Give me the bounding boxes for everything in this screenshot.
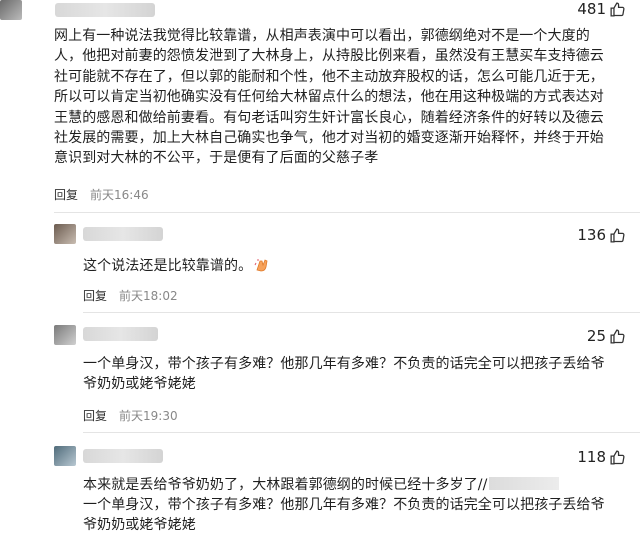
reply-button[interactable]: 回复 — [83, 287, 107, 304]
thumbs-up-icon — [610, 328, 625, 344]
blurred-mention[interactable] — [489, 477, 560, 490]
like-count: 481 — [577, 0, 606, 18]
like-count: 25 — [586, 327, 606, 345]
comment-text-row: 本来就是丢给爷爷奶奶了，大林跟着郭德纲的时候已经十多岁了// — [83, 475, 613, 495]
like-button[interactable]: 481 — [577, 0, 626, 18]
comment-text-row: 这个说法还是比较靠谱的。 — [83, 256, 603, 276]
reply-button[interactable]: 回复 — [54, 186, 78, 203]
like-count: 136 — [577, 226, 606, 244]
like-button[interactable]: 136 — [577, 226, 626, 244]
like-button[interactable]: 118 — [577, 448, 626, 466]
divider — [83, 432, 640, 433]
like-button[interactable]: 25 — [587, 327, 626, 345]
divider — [54, 212, 640, 213]
timestamp: 前天18:02 — [119, 289, 178, 303]
timestamp: 前天16:46 — [90, 188, 149, 202]
avatar[interactable] — [54, 224, 76, 244]
avatar[interactable] — [54, 325, 76, 345]
username[interactable] — [55, 3, 155, 17]
thumbs-up-icon — [610, 1, 625, 17]
comment-meta: 回复 前天18:02 — [83, 287, 178, 304]
comment-meta: 回复 前天19:30 — [83, 407, 178, 424]
username[interactable] — [83, 227, 163, 241]
avatar[interactable] — [0, 0, 22, 20]
comment-meta: 回复 前天16:46 — [54, 186, 149, 203]
comment-text: 网上有一种说法我觉得比较靠谱，从相声表演中可以看出，郭德纲绝对不是一个大度的人，… — [54, 28, 604, 167]
thumbs-up-icon — [610, 449, 625, 465]
avatar[interactable] — [54, 446, 76, 466]
timestamp: 前天19:30 — [119, 409, 178, 423]
comment-text: 一个单身汉，带个孩子有多难？他那几年有多难？不负责的话完全可以把孩子丢给爷爷奶奶… — [83, 356, 605, 393]
comment-text: 本来就是丢给爷爷奶奶了，大林跟着郭德纲的时候已经十多岁了// — [83, 477, 488, 493]
comment-text: 这个说法还是比较靠谱的。 — [83, 258, 253, 274]
username[interactable] — [83, 449, 163, 463]
like-count: 118 — [577, 448, 606, 466]
clapping-hands-emoji-icon — [254, 259, 268, 272]
thumbs-up-icon — [610, 227, 625, 243]
quoted-comment-text: 一个单身汉，带个孩子有多难？他那几年有多难？不负责的话完全可以把孩子丢给爷爷奶奶… — [83, 497, 605, 534]
username[interactable] — [83, 327, 158, 341]
reply-button[interactable]: 回复 — [83, 407, 107, 424]
divider — [83, 312, 640, 313]
